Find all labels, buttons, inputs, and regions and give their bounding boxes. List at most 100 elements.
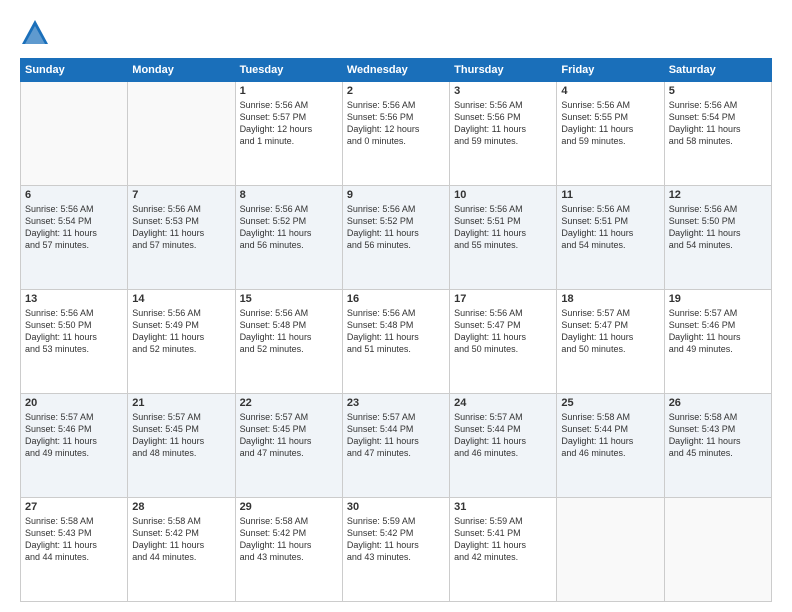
calendar-cell: 29 Sunrise: 5:58 AM Sunset: 5:42 PM Dayli… <box>235 498 342 602</box>
day-info: Sunrise: 5:58 AM Sunset: 5:43 PM Dayligh… <box>25 515 123 564</box>
day-number: 6 <box>25 189 123 201</box>
day-info: Sunrise: 5:57 AM Sunset: 5:45 PM Dayligh… <box>132 411 230 460</box>
calendar-week-1: 1 Sunrise: 5:56 AM Sunset: 5:57 PM Daylig… <box>21 82 772 186</box>
calendar-cell: 30 Sunrise: 5:59 AM Sunset: 5:42 PM Dayli… <box>342 498 449 602</box>
calendar-cell: 20 Sunrise: 5:57 AM Sunset: 5:46 PM Dayli… <box>21 394 128 498</box>
day-number: 30 <box>347 501 445 513</box>
day-number: 7 <box>132 189 230 201</box>
day-info: Sunrise: 5:56 AM Sunset: 5:52 PM Dayligh… <box>240 203 338 252</box>
calendar-cell: 2 Sunrise: 5:56 AM Sunset: 5:56 PM Daylig… <box>342 82 449 186</box>
day-info: Sunrise: 5:57 AM Sunset: 5:47 PM Dayligh… <box>561 307 659 356</box>
day-number: 25 <box>561 397 659 409</box>
page: SundayMondayTuesdayWednesdayThursdayFrid… <box>0 0 792 612</box>
calendar-cell: 28 Sunrise: 5:58 AM Sunset: 5:42 PM Dayli… <box>128 498 235 602</box>
calendar-cell: 11 Sunrise: 5:56 AM Sunset: 5:51 PM Dayli… <box>557 186 664 290</box>
col-header-friday: Friday <box>557 59 664 82</box>
calendar-header-row: SundayMondayTuesdayWednesdayThursdayFrid… <box>21 59 772 82</box>
col-header-saturday: Saturday <box>664 59 771 82</box>
calendar-cell: 1 Sunrise: 5:56 AM Sunset: 5:57 PM Daylig… <box>235 82 342 186</box>
day-number: 8 <box>240 189 338 201</box>
calendar-cell: 13Sunrise: 5:56 AM Sunset: 5:50 PM Dayli… <box>21 290 128 394</box>
calendar-cell: 6 Sunrise: 5:56 AM Sunset: 5:54 PM Daylig… <box>21 186 128 290</box>
calendar-cell: 22 Sunrise: 5:57 AM Sunset: 5:45 PM Dayli… <box>235 394 342 498</box>
day-number: 10 <box>454 189 552 201</box>
day-info: Sunrise: 5:59 AM Sunset: 5:42 PM Dayligh… <box>347 515 445 564</box>
day-info: Sunrise: 5:56 AM Sunset: 5:56 PM Dayligh… <box>454 99 552 148</box>
calendar-cell: 5 Sunrise: 5:56 AM Sunset: 5:54 PM Daylig… <box>664 82 771 186</box>
day-info: Sunrise: 5:57 AM Sunset: 5:46 PM Dayligh… <box>25 411 123 460</box>
day-number: 23 <box>347 397 445 409</box>
day-number: 19 <box>669 293 767 305</box>
day-info: Sunrise: 5:56 AM Sunset: 5:47 PM Dayligh… <box>454 307 552 356</box>
col-header-monday: Monday <box>128 59 235 82</box>
calendar-cell: 19 Sunrise: 5:57 AM Sunset: 5:46 PM Dayli… <box>664 290 771 394</box>
calendar-cell: 21Sunrise: 5:57 AM Sunset: 5:45 PM Dayli… <box>128 394 235 498</box>
day-info: Sunrise: 5:56 AM Sunset: 5:50 PM Dayligh… <box>25 307 123 356</box>
calendar-cell: 8 Sunrise: 5:56 AM Sunset: 5:52 PM Daylig… <box>235 186 342 290</box>
day-info: Sunrise: 5:57 AM Sunset: 5:44 PM Dayligh… <box>347 411 445 460</box>
calendar-week-5: 27 Sunrise: 5:58 AM Sunset: 5:43 PM Dayli… <box>21 498 772 602</box>
day-info: Sunrise: 5:56 AM Sunset: 5:51 PM Dayligh… <box>454 203 552 252</box>
day-info: Sunrise: 5:59 AM Sunset: 5:41 PM Dayligh… <box>454 515 552 564</box>
day-number: 24 <box>454 397 552 409</box>
calendar-cell: 16 Sunrise: 5:56 AM Sunset: 5:48 PM Dayli… <box>342 290 449 394</box>
col-header-sunday: Sunday <box>21 59 128 82</box>
day-number: 16 <box>347 293 445 305</box>
calendar-cell: 9 Sunrise: 5:56 AM Sunset: 5:52 PM Daylig… <box>342 186 449 290</box>
day-number: 12 <box>669 189 767 201</box>
calendar-cell: 17Sunrise: 5:56 AM Sunset: 5:47 PM Dayli… <box>450 290 557 394</box>
day-info: Sunrise: 5:57 AM Sunset: 5:44 PM Dayligh… <box>454 411 552 460</box>
calendar-cell: 3 Sunrise: 5:56 AM Sunset: 5:56 PM Daylig… <box>450 82 557 186</box>
logo <box>20 18 54 48</box>
day-number: 14 <box>132 293 230 305</box>
calendar-cell: 4Sunrise: 5:56 AM Sunset: 5:55 PM Daylig… <box>557 82 664 186</box>
calendar-cell <box>664 498 771 602</box>
day-info: Sunrise: 5:57 AM Sunset: 5:46 PM Dayligh… <box>669 307 767 356</box>
day-info: Sunrise: 5:56 AM Sunset: 5:50 PM Dayligh… <box>669 203 767 252</box>
day-info: Sunrise: 5:56 AM Sunset: 5:54 PM Dayligh… <box>25 203 123 252</box>
day-number: 28 <box>132 501 230 513</box>
day-info: Sunrise: 5:56 AM Sunset: 5:48 PM Dayligh… <box>347 307 445 356</box>
calendar-cell <box>21 82 128 186</box>
day-info: Sunrise: 5:58 AM Sunset: 5:43 PM Dayligh… <box>669 411 767 460</box>
day-number: 22 <box>240 397 338 409</box>
calendar-cell: 23 Sunrise: 5:57 AM Sunset: 5:44 PM Dayli… <box>342 394 449 498</box>
day-number: 5 <box>669 85 767 97</box>
day-number: 27 <box>25 501 123 513</box>
day-info: Sunrise: 5:56 AM Sunset: 5:56 PM Dayligh… <box>347 99 445 148</box>
day-info: Sunrise: 5:58 AM Sunset: 5:44 PM Dayligh… <box>561 411 659 460</box>
day-number: 20 <box>25 397 123 409</box>
calendar-week-3: 13Sunrise: 5:56 AM Sunset: 5:50 PM Dayli… <box>21 290 772 394</box>
calendar-cell: 15Sunrise: 5:56 AM Sunset: 5:48 PM Dayli… <box>235 290 342 394</box>
col-header-thursday: Thursday <box>450 59 557 82</box>
col-header-tuesday: Tuesday <box>235 59 342 82</box>
day-number: 29 <box>240 501 338 513</box>
col-header-wednesday: Wednesday <box>342 59 449 82</box>
day-number: 31 <box>454 501 552 513</box>
day-number: 2 <box>347 85 445 97</box>
day-info: Sunrise: 5:56 AM Sunset: 5:52 PM Dayligh… <box>347 203 445 252</box>
day-number: 11 <box>561 189 659 201</box>
calendar-cell: 24 Sunrise: 5:57 AM Sunset: 5:44 PM Dayli… <box>450 394 557 498</box>
day-number: 3 <box>454 85 552 97</box>
day-info: Sunrise: 5:58 AM Sunset: 5:42 PM Dayligh… <box>132 515 230 564</box>
calendar-cell: 7 Sunrise: 5:56 AM Sunset: 5:53 PM Daylig… <box>128 186 235 290</box>
day-info: Sunrise: 5:56 AM Sunset: 5:53 PM Dayligh… <box>132 203 230 252</box>
day-info: Sunrise: 5:57 AM Sunset: 5:45 PM Dayligh… <box>240 411 338 460</box>
day-info: Sunrise: 5:56 AM Sunset: 5:51 PM Dayligh… <box>561 203 659 252</box>
day-info: Sunrise: 5:56 AM Sunset: 5:57 PM Dayligh… <box>240 99 338 148</box>
day-info: Sunrise: 5:58 AM Sunset: 5:42 PM Dayligh… <box>240 515 338 564</box>
header <box>20 18 772 48</box>
day-info: Sunrise: 5:56 AM Sunset: 5:48 PM Dayligh… <box>240 307 338 356</box>
calendar-cell: 12 Sunrise: 5:56 AM Sunset: 5:50 PM Dayli… <box>664 186 771 290</box>
calendar-cell: 10 Sunrise: 5:56 AM Sunset: 5:51 PM Dayli… <box>450 186 557 290</box>
calendar-cell: 25 Sunrise: 5:58 AM Sunset: 5:44 PM Dayli… <box>557 394 664 498</box>
day-number: 9 <box>347 189 445 201</box>
day-info: Sunrise: 5:56 AM Sunset: 5:54 PM Dayligh… <box>669 99 767 148</box>
calendar-week-2: 6 Sunrise: 5:56 AM Sunset: 5:54 PM Daylig… <box>21 186 772 290</box>
day-number: 26 <box>669 397 767 409</box>
calendar-cell: 27 Sunrise: 5:58 AM Sunset: 5:43 PM Dayli… <box>21 498 128 602</box>
day-number: 1 <box>240 85 338 97</box>
day-info: Sunrise: 5:56 AM Sunset: 5:55 PM Dayligh… <box>561 99 659 148</box>
calendar-cell: 14Sunrise: 5:56 AM Sunset: 5:49 PM Dayli… <box>128 290 235 394</box>
